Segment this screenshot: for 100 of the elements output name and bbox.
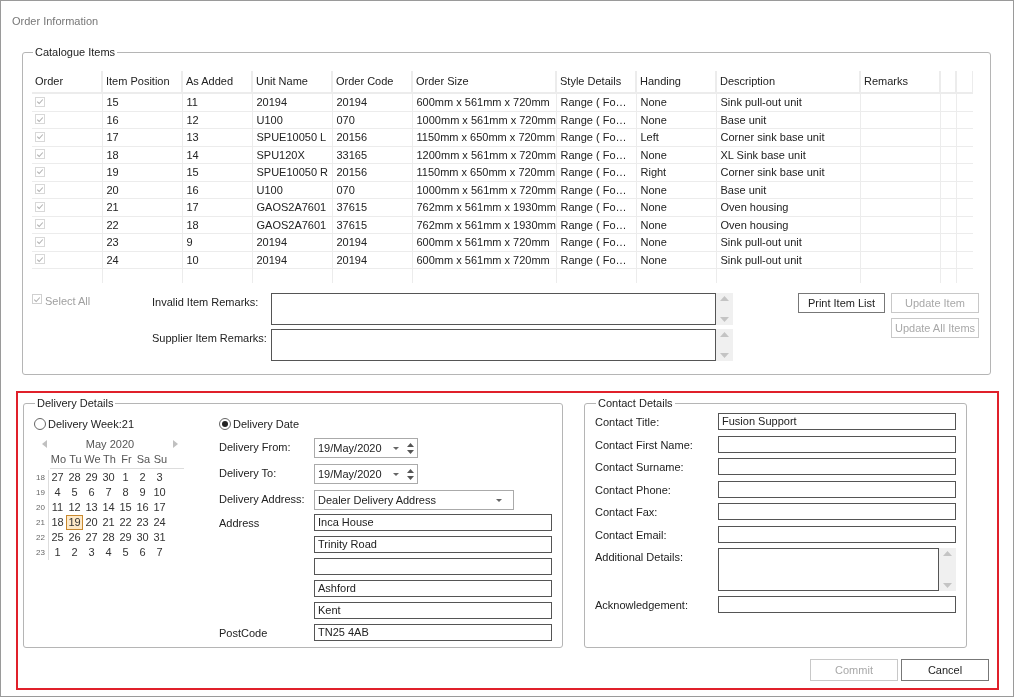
text-field[interactable]	[718, 435, 956, 453]
text-area[interactable]	[271, 293, 716, 325]
column-header[interactable]: Item Position	[102, 71, 182, 93]
calendar-day[interactable]: 1	[49, 545, 66, 560]
text-field[interactable]: Trinity Road	[314, 536, 552, 553]
calendar-day[interactable]: 30	[100, 470, 117, 485]
scroll-bar[interactable]	[939, 548, 956, 591]
text-field[interactable]	[718, 596, 956, 613]
radio-button[interactable]	[219, 418, 231, 430]
calendar-day[interactable]: 7	[151, 545, 168, 560]
weekday-label: Sa	[135, 451, 152, 467]
text-field[interactable]: Inca House	[314, 514, 552, 531]
calendar-day[interactable]: 1	[117, 470, 134, 485]
column-header[interactable]: Description	[716, 71, 860, 93]
calendar-day[interactable]: 24	[151, 515, 168, 530]
column-header[interactable]: Order Size	[412, 71, 556, 93]
calendar-day[interactable]: 18	[49, 515, 66, 530]
text-area[interactable]	[271, 329, 716, 361]
calendar[interactable]: May 2020 Mo Tu We Th Fr Sa Su 18 27 28 29 30 1 2 3 19 4 5 6 7 8 9 10 20 11 12 13 14 15 16 17 21 18 19 20 21 22 23 24 22 25 26 27 28 29 30 31 23 1 2 3 4 5 6 7	[36, 436, 184, 560]
column-header[interactable]: Order Code	[332, 71, 412, 93]
calendar-day[interactable]: 29	[83, 470, 100, 485]
calendar-day[interactable]: 30	[134, 530, 151, 545]
calendar-day[interactable]: 4	[49, 485, 66, 500]
dropdown-arrow-icon[interactable]	[496, 498, 502, 502]
calendar-day[interactable]: 3	[83, 545, 100, 560]
button[interactable]: Cancel	[901, 659, 989, 681]
table-cell: 17	[186, 201, 199, 213]
order-checkbox[interactable]	[35, 149, 45, 159]
calendar-day[interactable]: 29	[117, 530, 134, 545]
calendar-day[interactable]: 26	[66, 530, 83, 545]
dropdown-arrow-icon[interactable]	[393, 446, 399, 450]
text-field[interactable]	[718, 503, 956, 520]
order-checkbox[interactable]	[35, 201, 45, 212]
calendar-day[interactable]: 23	[134, 515, 151, 530]
calendar-day[interactable]: 11	[49, 500, 66, 515]
calendar-day[interactable]: 27	[49, 470, 66, 485]
field-label: Delivery From:	[219, 440, 292, 455]
button[interactable]: Print Item List	[798, 293, 885, 313]
field-label: Supplier Item Remarks:	[152, 331, 268, 346]
order-checkbox[interactable]	[35, 184, 45, 194]
calendar-day[interactable]: 28	[100, 530, 117, 545]
calendar-day[interactable]: 4	[100, 545, 117, 560]
calendar-day[interactable]: 10	[151, 485, 168, 500]
column-header[interactable]: As Added	[182, 71, 252, 93]
order-checkbox[interactable]	[35, 131, 45, 142]
calendar-day[interactable]: 16	[134, 500, 151, 515]
calendar-day[interactable]: 28	[66, 470, 83, 485]
dropdown[interactable]: Dealer Delivery Address	[314, 490, 514, 510]
calendar-day[interactable]: 9	[134, 485, 151, 500]
text-field[interactable]	[718, 458, 956, 475]
calendar-day[interactable]: 22	[117, 515, 134, 530]
calendar-day[interactable]: 20	[83, 515, 100, 530]
text-field[interactable]: TN25 4AB	[314, 624, 552, 641]
calendar-day[interactable]: 19	[66, 515, 83, 530]
text-field[interactable]: Fusion Support	[718, 413, 956, 430]
calendar-day[interactable]: 2	[134, 470, 151, 485]
date-field[interactable]: 19/May/2020	[314, 464, 418, 484]
calendar-day[interactable]: 8	[117, 485, 134, 500]
text-field[interactable]	[718, 480, 956, 498]
spin-icon[interactable]	[407, 442, 414, 454]
scroll-bar[interactable]	[716, 293, 733, 325]
text-field[interactable]	[718, 525, 956, 543]
calendar-day[interactable]: 25	[49, 530, 66, 545]
order-checkbox[interactable]	[35, 254, 45, 264]
order-checkbox[interactable]	[35, 166, 45, 177]
order-checkbox[interactable]	[35, 96, 45, 107]
calendar-day[interactable]: 6	[134, 545, 151, 560]
calendar-day[interactable]: 7	[100, 485, 117, 500]
text-area[interactable]	[718, 548, 939, 591]
calendar-day[interactable]: 17	[151, 500, 168, 515]
scroll-bar[interactable]	[716, 329, 733, 361]
radio-button[interactable]	[34, 418, 46, 430]
calendar-day[interactable]: 3	[151, 470, 168, 485]
column-header[interactable]: Handing	[636, 71, 716, 93]
order-checkbox[interactable]	[35, 114, 45, 124]
calendar-day[interactable]: 13	[83, 500, 100, 515]
text-field[interactable]: Ashford	[314, 580, 552, 597]
order-checkbox[interactable]	[35, 236, 45, 247]
column-header[interactable]: Style Details	[556, 71, 636, 93]
text-field[interactable]	[314, 558, 552, 575]
calendar-day[interactable]: 5	[117, 545, 134, 560]
column-header[interactable]: Unit Name	[252, 71, 332, 93]
column-header[interactable]: Remarks	[860, 71, 940, 93]
calendar-day[interactable]: 21	[100, 515, 117, 530]
calendar-day[interactable]: 31	[151, 530, 168, 545]
date-field[interactable]: 19/May/2020	[314, 438, 418, 458]
dropdown-arrow-icon[interactable]	[393, 472, 399, 476]
calendar-day[interactable]: 27	[83, 530, 100, 545]
calendar-day[interactable]: 12	[66, 500, 83, 515]
table-cell: Range ( Fo…	[560, 218, 627, 231]
spin-icon[interactable]	[407, 468, 414, 480]
calendar-day[interactable]: 5	[66, 485, 83, 500]
calendar-day[interactable]: 15	[117, 500, 134, 515]
table-cell: Range ( Fo…	[560, 113, 627, 126]
calendar-day[interactable]: 14	[100, 500, 117, 515]
order-checkbox[interactable]	[35, 219, 45, 229]
calendar-day[interactable]: 6	[83, 485, 100, 500]
column-header[interactable]: Order	[32, 71, 102, 93]
calendar-day[interactable]: 2	[66, 545, 83, 560]
text-field[interactable]: Kent	[314, 602, 552, 619]
